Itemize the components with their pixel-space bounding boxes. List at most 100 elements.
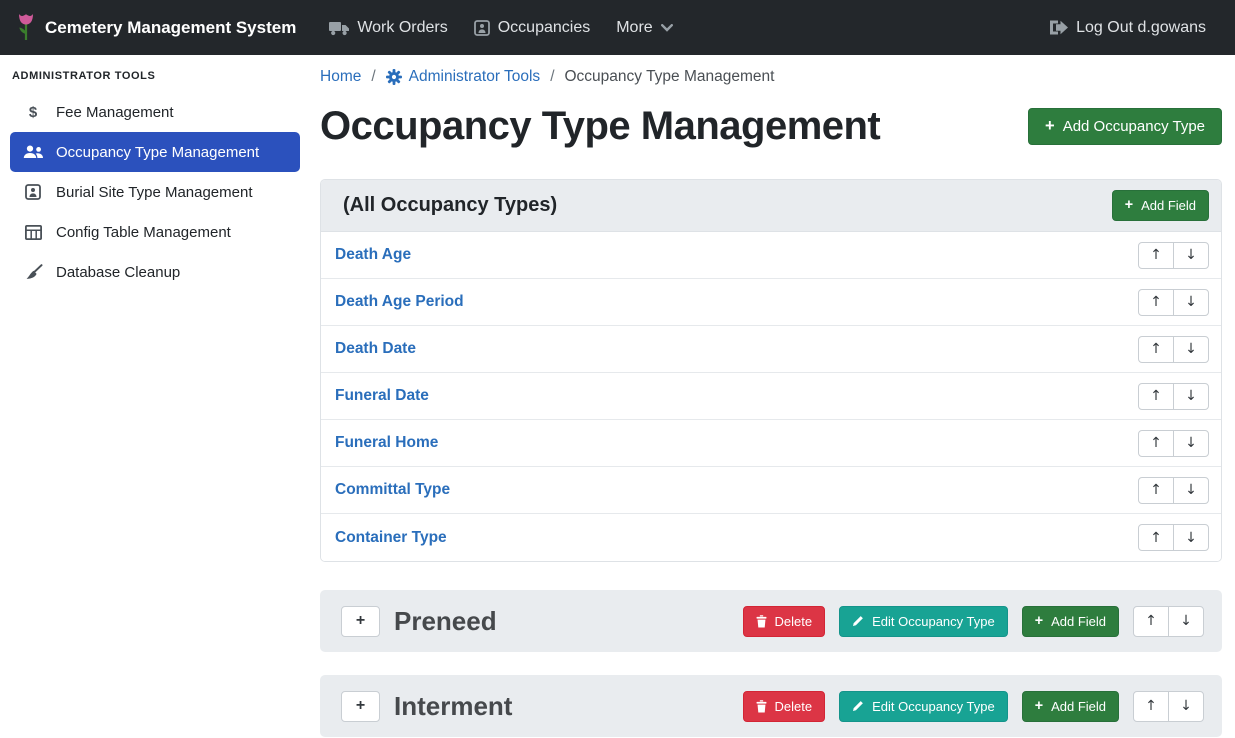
reorder-buttons: ↑ ↓ (1133, 606, 1204, 637)
card-title: (All Occupancy Types) (343, 194, 557, 217)
tulip-logo-icon (16, 13, 36, 42)
expand-button[interactable]: + (341, 691, 380, 722)
edit-occupancy-type-button[interactable]: Edit Occupancy Type (839, 691, 1008, 722)
move-down-button[interactable]: ↓ (1173, 242, 1209, 269)
arrow-up-icon: ↑ (1150, 482, 1162, 498)
arrow-up-icon: ↑ (1150, 294, 1162, 310)
move-down-button[interactable]: ↓ (1168, 606, 1204, 637)
reorder-buttons: ↑ ↓ (1138, 289, 1209, 316)
move-down-button[interactable]: ↓ (1173, 383, 1209, 410)
gear-icon (386, 69, 402, 85)
field-link-funeral-date[interactable]: Funeral Date (335, 387, 429, 405)
move-up-button[interactable]: ↑ (1138, 242, 1174, 269)
move-down-button[interactable]: ↓ (1173, 477, 1209, 504)
add-occupancy-type-button[interactable]: + Add Occupancy Type (1028, 108, 1222, 145)
add-field-button[interactable]: + Add Field (1022, 691, 1119, 722)
section-title: Interment (394, 691, 512, 722)
sidebar-item-database-cleanup[interactable]: Database Cleanup (10, 252, 300, 292)
all-occupancy-types-header: (All Occupancy Types) + Add Field (321, 180, 1221, 232)
field-link-container-type[interactable]: Container Type (335, 529, 447, 547)
edit-occupancy-type-label: Edit Occupancy Type (872, 699, 995, 714)
arrow-down-icon: ↓ (1185, 530, 1197, 546)
arrow-up-icon: ↑ (1150, 341, 1162, 357)
plus-icon: + (1035, 699, 1043, 713)
arrow-up-icon: ↑ (1145, 613, 1157, 629)
sidebar-item-config-table-management[interactable]: Config Table Management (10, 212, 300, 252)
arrow-up-icon: ↑ (1150, 435, 1162, 451)
pencil-icon (852, 615, 864, 627)
move-up-button[interactable]: ↑ (1133, 691, 1169, 722)
section-actions: Delete Edit Occupancy Type + Add Field ↑ (743, 691, 1204, 722)
arrow-up-icon: ↑ (1150, 530, 1162, 546)
occupancy-type-section-preneed: + Preneed Delete (320, 590, 1222, 652)
delete-label: Delete (775, 699, 813, 714)
expand-button[interactable]: + (341, 606, 380, 637)
sidebar-item-label: Database Cleanup (56, 264, 180, 281)
move-down-button[interactable]: ↓ (1168, 691, 1204, 722)
sidebar-item-label: Config Table Management (56, 224, 231, 241)
add-field-label: Add Field (1051, 614, 1106, 629)
arrow-down-icon: ↓ (1185, 388, 1197, 404)
nav-work-orders-label: Work Orders (357, 19, 447, 37)
delete-button[interactable]: Delete (743, 606, 826, 637)
reorder-buttons: ↑ ↓ (1138, 524, 1209, 551)
nav-work-orders[interactable]: Work Orders (316, 11, 460, 45)
field-link-death-age-period[interactable]: Death Age Period (335, 293, 464, 311)
sign-out-icon (1050, 20, 1068, 35)
top-navbar: Cemetery Management System Work Orders (0, 0, 1235, 55)
move-down-button[interactable]: ↓ (1173, 289, 1209, 316)
move-up-button[interactable]: ↑ (1138, 289, 1174, 316)
page-header: Occupancy Type Management + Add Occupanc… (320, 104, 1222, 149)
table-icon (21, 225, 45, 240)
move-down-button[interactable]: ↓ (1173, 524, 1209, 551)
sidebar-item-occupancy-type-management[interactable]: Occupancy Type Management (10, 132, 300, 172)
brand[interactable]: Cemetery Management System (16, 13, 296, 42)
add-field-button[interactable]: + Add Field (1022, 606, 1119, 637)
sidebar: Administrator Tools $ Fee Management Occ… (0, 55, 310, 738)
nav-occupancies[interactable]: Occupancies (461, 11, 604, 45)
breadcrumb: Home / Administrator To (320, 63, 1222, 86)
move-up-button[interactable]: ↑ (1138, 524, 1174, 551)
sidebar-item-fee-management[interactable]: $ Fee Management (10, 92, 300, 132)
edit-occupancy-type-button[interactable]: Edit Occupancy Type (839, 606, 1008, 637)
field-row: Committal Type ↑ ↓ (321, 467, 1221, 514)
move-up-button[interactable]: ↑ (1138, 430, 1174, 457)
arrow-down-icon: ↓ (1180, 698, 1192, 714)
move-down-button[interactable]: ↓ (1173, 430, 1209, 457)
field-link-death-age[interactable]: Death Age (335, 246, 411, 264)
move-up-button[interactable]: ↑ (1138, 477, 1174, 504)
move-down-button[interactable]: ↓ (1173, 336, 1209, 363)
brand-title: Cemetery Management System (45, 18, 296, 38)
breadcrumb-home[interactable]: Home (320, 68, 361, 86)
sidebar-item-burial-site-type-management[interactable]: Burial Site Type Management (10, 172, 300, 212)
sidebar-heading: Administrator Tools (0, 61, 310, 92)
add-field-label: Add Field (1051, 699, 1106, 714)
all-occupancy-types-card: (All Occupancy Types) + Add Field Death … (320, 179, 1222, 562)
field-link-committal-type[interactable]: Committal Type (335, 481, 450, 499)
sidebar-item-label: Burial Site Type Management (56, 184, 253, 201)
section-actions: Delete Edit Occupancy Type + Add Field ↑ (743, 606, 1204, 637)
field-row: Container Type ↑ ↓ (321, 514, 1221, 561)
logout-link[interactable]: Log Out d.gowans (1037, 11, 1219, 45)
move-up-button[interactable]: ↑ (1138, 336, 1174, 363)
add-occupancy-type-label: Add Occupancy Type (1063, 118, 1205, 135)
plus-icon: + (356, 612, 365, 630)
nav-more[interactable]: More (603, 11, 685, 45)
sidebar-item-label: Occupancy Type Management (56, 144, 259, 161)
breadcrumb-separator: / (550, 68, 554, 86)
move-up-button[interactable]: ↑ (1133, 606, 1169, 637)
dollar-icon: $ (21, 104, 45, 121)
add-field-button[interactable]: + Add Field (1112, 190, 1209, 221)
arrow-down-icon: ↓ (1185, 294, 1197, 310)
breadcrumb-admin-tools[interactable]: Administrator Tools (386, 68, 541, 86)
plus-icon: + (1125, 198, 1133, 212)
field-row: Funeral Date ↑ ↓ (321, 373, 1221, 420)
delete-button[interactable]: Delete (743, 691, 826, 722)
arrow-up-icon: ↑ (1145, 698, 1157, 714)
move-up-button[interactable]: ↑ (1138, 383, 1174, 410)
field-link-funeral-home[interactable]: Funeral Home (335, 434, 438, 452)
field-row: Death Age Period ↑ ↓ (321, 279, 1221, 326)
logout-label: Log Out d.gowans (1076, 19, 1206, 37)
field-link-death-date[interactable]: Death Date (335, 340, 416, 358)
arrow-down-icon: ↓ (1185, 482, 1197, 498)
